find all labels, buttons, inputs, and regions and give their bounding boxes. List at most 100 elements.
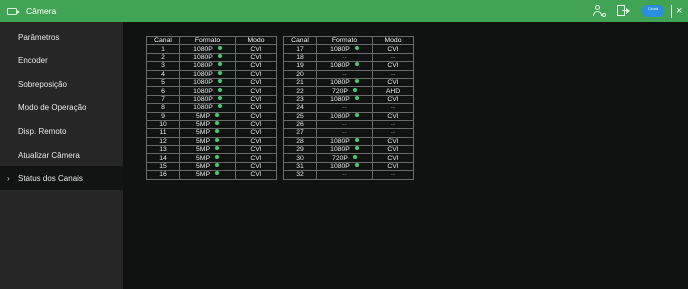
online-status-dot — [217, 79, 222, 84]
camera-icon — [7, 7, 20, 15]
channel-format: 1080P — [179, 103, 236, 113]
online-status-dot — [214, 146, 219, 151]
channel-format-label: 1080P — [193, 87, 213, 95]
channel-format-label: 5MP — [196, 112, 210, 120]
table-row: 26 -- -- — [283, 119, 414, 130]
channel-mode: CVI — [235, 52, 277, 63]
channel-format: -- — [316, 69, 373, 79]
online-status-dot — [354, 95, 359, 100]
channel-mode: -- — [372, 128, 414, 138]
channel-number: 32 — [283, 170, 317, 180]
sidebar-item-parametros[interactable]: Parâmetros — [0, 25, 123, 49]
logout-icon[interactable] — [616, 4, 630, 18]
table-header-row: Canal Formato Modo — [146, 35, 277, 46]
channel-format: -- — [316, 119, 373, 130]
channel-table-right: Canal Formato Modo 17 1080P CVI 18 -- -- 19 108… — [283, 35, 414, 180]
online-status-dot — [217, 95, 222, 100]
sidebar-item-disp-remoto[interactable]: Disp. Remoto — [0, 119, 123, 143]
table-row: 12 5MP CVI — [146, 136, 277, 147]
sidebar-item-atualizar-camera[interactable]: Atualizar Câmera — [0, 143, 123, 167]
channel-format-label: 5MP — [196, 154, 210, 162]
channel-mode: CVI — [235, 94, 277, 105]
channel-number: 2 — [146, 52, 180, 63]
channel-format-label: 1080P — [330, 45, 350, 53]
channel-format-label: 5MP — [196, 171, 210, 179]
channel-format: 1080P — [316, 61, 373, 71]
table-row: 25 1080P CVI — [283, 111, 414, 121]
table-row: 8 1080P CVI — [146, 103, 277, 113]
channel-format: 1080P — [316, 44, 373, 54]
channel-number: 19 — [283, 61, 317, 71]
channel-format: 5MP — [179, 136, 236, 147]
sidebar-item-label: Disp. Remoto — [18, 126, 67, 136]
table-row: 6 1080P CVI — [146, 86, 277, 96]
online-status-dot — [217, 104, 222, 109]
channel-mode: CVI — [235, 111, 277, 121]
sidebar-item-label: Encoder — [18, 55, 48, 65]
channel-format-label: 1080P — [193, 70, 213, 78]
users-icon[interactable] — [592, 4, 606, 18]
table-row: 13 5MP CVI — [146, 145, 277, 155]
channel-number: 7 — [146, 94, 180, 105]
sidebar-item-encoder[interactable]: Encoder — [0, 48, 123, 72]
channel-number: 6 — [146, 86, 180, 96]
table-row: 21 1080P CVI — [283, 77, 414, 88]
sidebar-item-status-dos-canais[interactable]: › Status dos Canais — [0, 166, 123, 190]
close-icon[interactable]: × — [676, 4, 684, 18]
channel-format-label: 1080P — [193, 104, 213, 112]
channel-format: 5MP — [179, 170, 236, 180]
channel-format-label: 1080P — [330, 163, 350, 171]
sidebar-item-label: Status dos Canais — [18, 173, 83, 183]
channel-number: 8 — [146, 103, 180, 113]
table-header-row: Canal Formato Modo — [283, 35, 414, 46]
channel-format-label: 1080P — [330, 62, 350, 70]
channel-format-label: 1080P — [193, 95, 213, 103]
channel-format: 5MP — [179, 128, 236, 138]
channel-number: 13 — [146, 145, 180, 155]
cloud-icon[interactable]: Cloud — [642, 5, 664, 17]
table-row: 22 720P AHD — [283, 86, 414, 96]
channel-format: 1080P — [179, 77, 236, 88]
channel-mode: CVI — [372, 61, 414, 71]
online-status-dot — [354, 62, 359, 67]
channel-format-label: 1080P — [193, 53, 213, 61]
table-row: 3 1080P CVI — [146, 61, 277, 71]
channel-format: 1080P — [179, 69, 236, 79]
online-status-dot — [354, 146, 359, 151]
channel-number: 16 — [146, 170, 180, 180]
sidebar-item-sobreposicao[interactable]: Sobreposição — [0, 72, 123, 96]
online-status-dot — [214, 121, 219, 126]
table-row: 24 -- -- — [283, 103, 414, 113]
online-status-dot — [354, 163, 359, 168]
table-row: 20 -- -- — [283, 69, 414, 79]
title-bar-actions: Cloud × — [592, 3, 684, 19]
sidebar-item-label: Sobreposição — [18, 79, 67, 89]
table-row: 10 5MP CVI — [146, 119, 277, 130]
channel-format: 5MP — [179, 145, 236, 155]
channel-number: 28 — [283, 136, 317, 147]
table-row: 9 5MP CVI — [146, 111, 277, 121]
sidebar-item-label: Modo de Operação — [18, 102, 87, 112]
table-row: 15 5MP CVI — [146, 161, 277, 172]
channel-format: 720P — [316, 86, 373, 96]
table-row: 27 -- -- — [283, 128, 414, 138]
sidebar-item-modo-de-operacao[interactable]: Modo de Operação — [0, 95, 123, 119]
column-header-formato: Formato — [316, 35, 373, 46]
channel-format-label: 1080P — [330, 95, 350, 103]
online-status-dot — [354, 137, 359, 142]
channel-number: 10 — [146, 119, 180, 130]
channel-mode: CVI — [235, 119, 277, 130]
channel-format-label: 1080P — [330, 137, 350, 145]
sidebar-item-label: Atualizar Câmera — [18, 150, 80, 160]
table-row: 19 1080P CVI — [283, 61, 414, 71]
channel-number: 5 — [146, 77, 180, 88]
channel-mode: CVI — [372, 111, 414, 121]
channel-mode: -- — [372, 103, 414, 113]
channel-mode: CVI — [235, 170, 277, 180]
channel-format: 5MP — [179, 119, 236, 130]
table-row: 16 5MP CVI — [146, 170, 277, 180]
channel-number: 11 — [146, 128, 180, 138]
channel-format: 1080P — [316, 145, 373, 155]
online-status-dot — [217, 70, 222, 75]
table-row: 2 1080P CVI — [146, 52, 277, 63]
